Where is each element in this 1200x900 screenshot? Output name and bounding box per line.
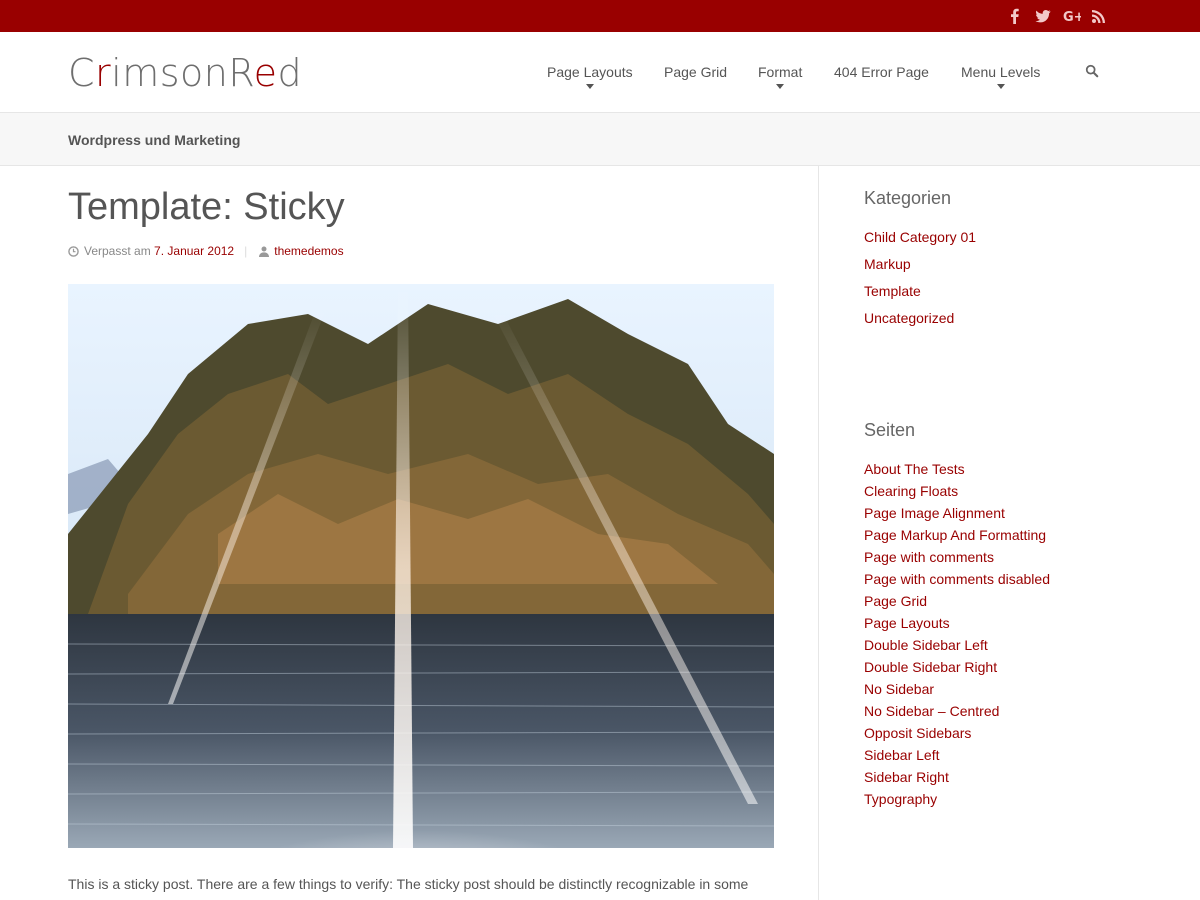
list-item: Page Image Alignment bbox=[864, 503, 1050, 525]
categories-list: Child Category 01 Markup Template Uncate… bbox=[864, 227, 976, 335]
list-item: Markup bbox=[864, 254, 976, 281]
list-item: Page with comments bbox=[864, 547, 1050, 569]
list-item: Child Category 01 bbox=[864, 227, 976, 254]
category-link[interactable]: Child Category 01 bbox=[864, 229, 976, 245]
list-item: Double Sidebar Right bbox=[864, 657, 1050, 679]
page-link[interactable]: Opposit Sidebars bbox=[864, 725, 971, 741]
nav-item-format[interactable]: Format bbox=[758, 64, 802, 89]
list-item: Uncategorized bbox=[864, 308, 976, 335]
page-link[interactable]: Page Layouts bbox=[864, 615, 950, 631]
category-link[interactable]: Template bbox=[864, 283, 921, 299]
list-item: No Sidebar – Centred bbox=[864, 701, 1050, 723]
list-item: Sidebar Right bbox=[864, 767, 1050, 789]
nav-item-page-layouts[interactable]: Page Layouts bbox=[547, 64, 633, 89]
page-link[interactable]: No Sidebar – Centred bbox=[864, 703, 999, 719]
user-icon bbox=[259, 246, 270, 257]
svg-text:G+: G+ bbox=[1063, 10, 1081, 24]
page-link[interactable]: Double Sidebar Right bbox=[864, 659, 997, 675]
list-item: Page Layouts bbox=[864, 613, 1050, 635]
clock-icon bbox=[68, 245, 79, 257]
post-author-link[interactable]: themedemos bbox=[274, 244, 343, 258]
caret-down-icon bbox=[585, 84, 594, 89]
list-item: Sidebar Left bbox=[864, 745, 1050, 767]
category-link[interactable]: Uncategorized bbox=[864, 310, 954, 326]
page-link[interactable]: Page Image Alignment bbox=[864, 505, 1005, 521]
post-meta: Verpasst am 7. Januar 2012 | themedemos bbox=[68, 244, 344, 258]
content-divider bbox=[818, 166, 819, 900]
top-bar: G+ bbox=[0, 0, 1200, 32]
list-item: Page Markup And Formatting bbox=[864, 525, 1050, 547]
page-link[interactable]: About The Tests bbox=[864, 461, 965, 477]
site-tagline: Wordpress und Marketing bbox=[68, 132, 241, 148]
pages-widget-title: Seiten bbox=[864, 420, 916, 440]
nav-item-page-grid[interactable]: Page Grid bbox=[664, 64, 727, 80]
nav-item-menu-levels[interactable]: Menu Levels bbox=[961, 64, 1040, 89]
featured-image[interactable] bbox=[68, 284, 774, 848]
google-plus-icon[interactable]: G+ bbox=[1063, 8, 1081, 24]
nav-item-404-error-page[interactable]: 404 Error Page bbox=[834, 64, 929, 80]
page-link[interactable]: No Sidebar bbox=[864, 681, 934, 697]
page-link[interactable]: Page Grid bbox=[864, 593, 927, 609]
caret-down-icon bbox=[996, 84, 1005, 89]
list-item: About The Tests bbox=[864, 459, 1050, 481]
page-link[interactable]: Sidebar Left bbox=[864, 747, 940, 763]
page-link[interactable]: Typography bbox=[864, 791, 937, 807]
facebook-icon[interactable] bbox=[1007, 8, 1023, 24]
list-item: Typography bbox=[864, 789, 1050, 811]
pages-list: About The Tests Clearing Floats Page Ima… bbox=[864, 459, 1050, 811]
twitter-icon[interactable] bbox=[1035, 8, 1051, 24]
search-icon[interactable] bbox=[1085, 64, 1101, 80]
list-item: Page Grid bbox=[864, 591, 1050, 613]
caret-down-icon bbox=[776, 84, 785, 89]
list-item: Template bbox=[864, 281, 976, 308]
site-header: CrimsonRed Page Layouts Page Grid Format… bbox=[0, 32, 1200, 113]
page-link[interactable]: Page with comments bbox=[864, 549, 994, 565]
lake-sunlight-image bbox=[68, 284, 774, 848]
rss-icon[interactable] bbox=[1091, 8, 1107, 24]
list-item: No Sidebar bbox=[864, 679, 1050, 701]
post-meta-prefix: Verpasst am bbox=[84, 244, 151, 258]
post-title[interactable]: Template: Sticky bbox=[68, 186, 345, 229]
page-link[interactable]: Page with comments disabled bbox=[864, 571, 1050, 587]
list-item: Double Sidebar Left bbox=[864, 635, 1050, 657]
list-item: Opposit Sidebars bbox=[864, 723, 1050, 745]
page-link[interactable]: Page Markup And Formatting bbox=[864, 527, 1046, 543]
page-link[interactable]: Double Sidebar Left bbox=[864, 637, 988, 653]
post-excerpt: This is a sticky post. There are a few t… bbox=[68, 876, 749, 892]
page-link[interactable]: Sidebar Right bbox=[864, 769, 949, 785]
meta-separator: | bbox=[244, 244, 248, 258]
list-item: Clearing Floats bbox=[864, 481, 1050, 503]
sub-header: Wordpress und Marketing bbox=[0, 113, 1200, 166]
list-item: Page with comments disabled bbox=[864, 569, 1050, 591]
page-link[interactable]: Clearing Floats bbox=[864, 483, 958, 499]
main-content: Template: Sticky Verpasst am 7. Januar 2… bbox=[68, 166, 818, 900]
post-date-link[interactable]: 7. Januar 2012 bbox=[154, 244, 234, 258]
site-logo[interactable]: CrimsonRed bbox=[68, 52, 302, 94]
categories-widget-title: Kategorien bbox=[864, 188, 952, 208]
category-link[interactable]: Markup bbox=[864, 256, 911, 272]
social-links: G+ bbox=[1007, 8, 1107, 24]
